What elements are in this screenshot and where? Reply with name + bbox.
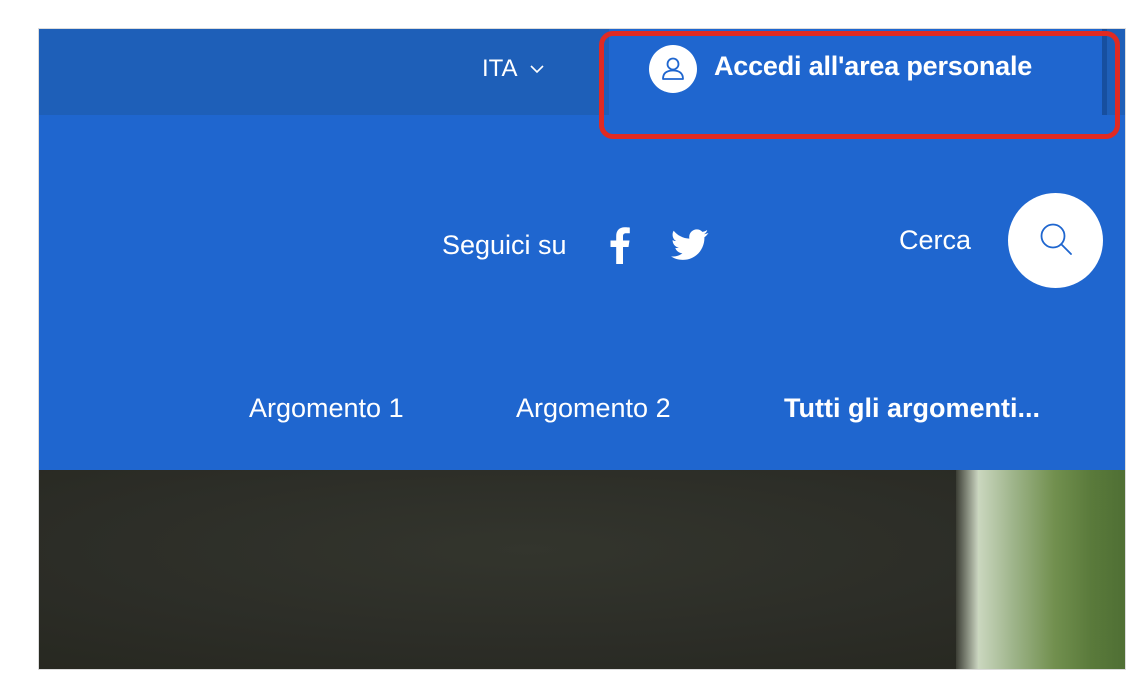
browser-viewport: ITA Accedi all'area personale Seguici su…	[39, 29, 1125, 669]
login-label: Accedi all'area personale	[714, 51, 1033, 81]
topic-link-2[interactable]: Argomento 2	[516, 393, 671, 424]
search-icon	[1036, 219, 1076, 263]
login-button[interactable]: Accedi all'area personale	[609, 29, 1107, 115]
topic-link-1[interactable]: Argomento 1	[249, 393, 404, 424]
language-label: ITA	[482, 55, 518, 82]
hero-image-light	[956, 470, 1125, 669]
slim-header: ITA Accedi all'area personale	[39, 29, 1125, 115]
social-label: Seguici su	[442, 229, 567, 260]
search-button[interactable]	[1008, 193, 1103, 288]
header-edge	[1102, 29, 1107, 115]
user-icon	[649, 45, 697, 93]
screenshot-frame: ITA Accedi all'area personale Seguici su…	[0, 0, 1129, 682]
twitter-icon[interactable]	[670, 224, 709, 266]
language-selector[interactable]: ITA	[482, 49, 544, 89]
search-label: Cerca	[899, 225, 972, 255]
all-topics-link[interactable]: Tutti gli argomenti...	[784, 393, 1040, 424]
topics-nav: Argomento 1 Argomento 2 Tutti gli argome…	[39, 393, 1125, 437]
social-links: Seguici su	[442, 224, 709, 266]
hero-image	[39, 470, 1125, 669]
chevron-down-icon	[529, 64, 544, 74]
facebook-icon[interactable]	[601, 224, 639, 266]
